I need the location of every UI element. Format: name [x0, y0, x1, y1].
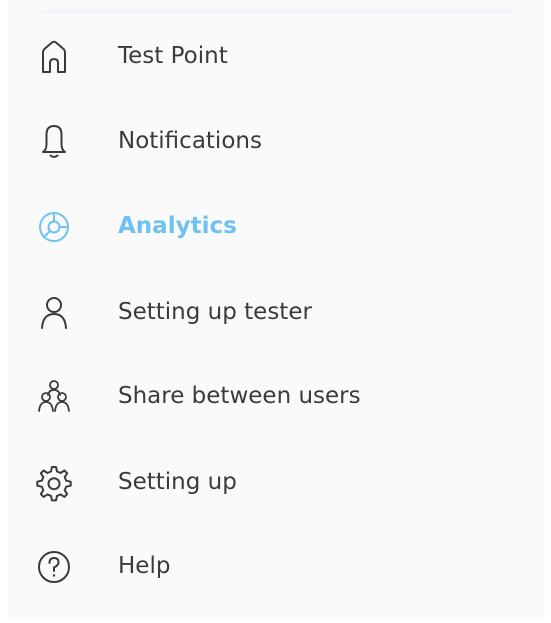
analytics-icon: [34, 206, 74, 246]
sidebar-item-share-between-users[interactable]: Share between users: [8, 356, 545, 426]
sidebar-panel: Test Point Notifications Analytics Setti…: [8, 0, 545, 618]
help-icon: [34, 546, 74, 586]
sidebar-item-label: Analytics: [118, 213, 237, 239]
sidebar-item-notifications[interactable]: Notifications: [8, 101, 545, 171]
top-divider: [42, 10, 512, 13]
sidebar-item-setting-up[interactable]: Setting up: [8, 442, 545, 512]
sidebar-item-label: Setting up: [118, 469, 237, 495]
sidebar-item-label: Test Point: [118, 43, 228, 69]
sidebar-item-setting-up-tester[interactable]: Setting up tester: [8, 272, 545, 342]
home-icon: [34, 36, 74, 76]
sidebar-item-analytics[interactable]: Analytics: [8, 186, 545, 256]
sidebar-item-label: Share between users: [118, 383, 361, 409]
sidebar-item-label: Setting up tester: [118, 299, 312, 325]
sidebar-item-label: Notifications: [118, 128, 262, 154]
bell-icon: [34, 121, 74, 161]
sidebar-item-test-point[interactable]: Test Point: [8, 16, 545, 86]
gear-icon: [34, 462, 74, 502]
sidebar-item-help[interactable]: Help: [8, 526, 545, 596]
sidebar-item-label: Help: [118, 553, 171, 579]
user-icon: [34, 292, 74, 332]
users-icon: [34, 376, 74, 416]
